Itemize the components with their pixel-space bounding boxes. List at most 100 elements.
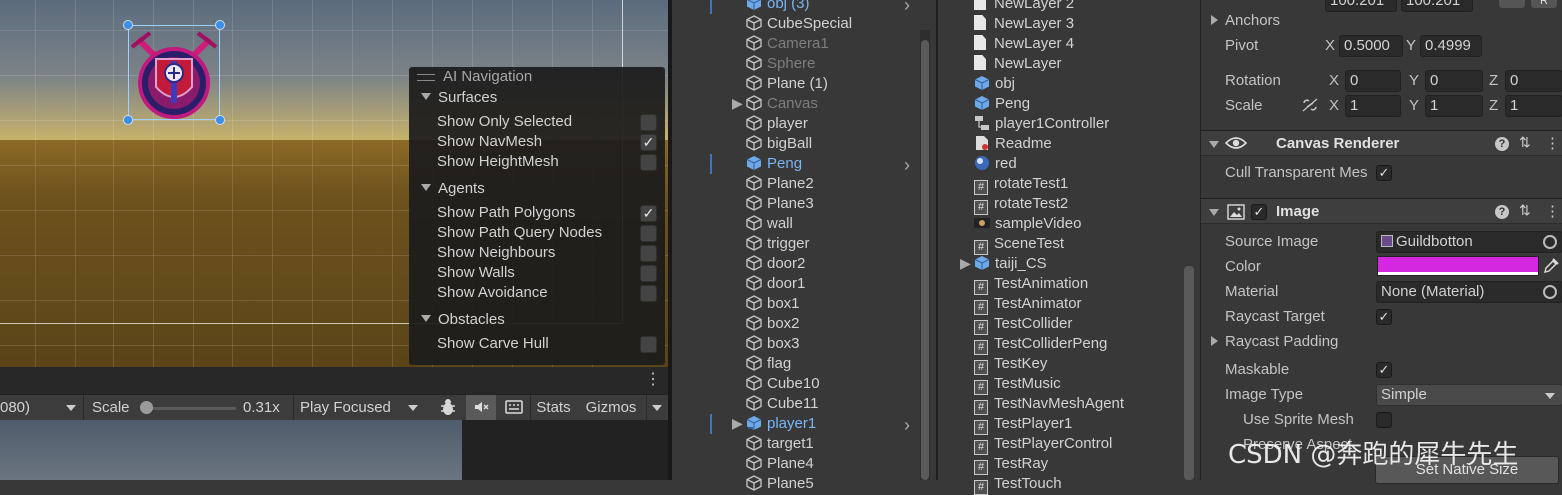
width-field[interactable]: 100.201 [1325, 0, 1397, 12]
nav-option-checkbox[interactable] [640, 225, 657, 242]
handle-top-right[interactable] [215, 20, 225, 30]
raycast-padding-foldout[interactable]: Raycast Padding [1211, 331, 1338, 353]
blueprint-mode-button[interactable] [1499, 0, 1525, 8]
handle-bottom-right[interactable] [215, 115, 225, 125]
hierarchy-item[interactable]: Camera1 [746, 34, 829, 54]
expand-arrow-icon[interactable]: ▶ [732, 415, 743, 432]
hierarchy-item[interactable]: player1 [746, 414, 816, 434]
scale-slider-thumb[interactable] [139, 401, 153, 414]
guild-emblem-icon[interactable] [128, 25, 220, 120]
project-asset[interactable]: # rotateTest2 [974, 194, 1068, 215]
resolution-dropdown[interactable]: 080) [0, 395, 84, 421]
help-icon[interactable]: ? [1495, 205, 1509, 219]
nav-option-checkbox[interactable]: ✓ [640, 134, 657, 151]
project-asset[interactable]: # rotateTest1 [974, 174, 1068, 195]
open-prefab-arrow-icon[interactable]: › [904, 155, 910, 176]
rotation-x-field[interactable]: 0 [1345, 70, 1401, 92]
gizmos-dropdown[interactable] [646, 395, 668, 421]
hierarchy-item[interactable]: Peng [746, 154, 802, 174]
hierarchy-item[interactable]: Cube10 [746, 374, 820, 394]
project-asset[interactable]: # TestColliderPeng [974, 334, 1107, 355]
expand-arrow-icon[interactable]: ▶ [732, 95, 743, 112]
project-asset[interactable]: # TestTouch [974, 474, 1062, 495]
nav-option-checkbox[interactable]: ✓ [640, 205, 657, 222]
hierarchy-item[interactable]: player [746, 114, 808, 134]
image-component-header[interactable]: ✓ Image ? ⇅ ⋮ [1201, 198, 1562, 224]
nav-option-checkbox[interactable] [640, 245, 657, 262]
keyboard-icon[interactable] [500, 395, 528, 421]
nav-option-checkbox[interactable] [640, 265, 657, 282]
hierarchy-item[interactable]: Plane4 [746, 454, 814, 474]
project-asset[interactable]: # TestAnimator [974, 294, 1082, 315]
open-prefab-arrow-icon[interactable]: › [904, 415, 910, 436]
image-type-dropdown[interactable]: Simple [1376, 384, 1562, 406]
object-picker-icon[interactable] [1543, 235, 1557, 249]
open-prefab-arrow-icon[interactable]: › [904, 0, 910, 16]
project-asset[interactable]: # TestPlayerControl [974, 434, 1112, 455]
project-asset[interactable]: sampleVideo [974, 214, 1081, 234]
component-menu-icon[interactable]: ⋮ [1545, 202, 1560, 220]
stats-button[interactable]: Stats [530, 395, 576, 421]
image-enabled-checkbox[interactable]: ✓ [1251, 204, 1267, 220]
presets-icon[interactable]: ⇅ [1519, 134, 1531, 151]
game-view[interactable] [0, 420, 462, 480]
material-field[interactable]: None (Material) [1376, 281, 1562, 303]
raw-edit-button[interactable]: R [1531, 0, 1557, 8]
hierarchy-item[interactable]: Plane3 [746, 194, 814, 214]
scale-x-field[interactable]: 1 [1345, 95, 1401, 117]
more-options-icon[interactable]: ⋮ [645, 371, 661, 389]
project-asset[interactable]: # TestCollider [974, 314, 1072, 335]
project-asset[interactable]: NewLayer 2 [974, 0, 1074, 14]
section-obstacles[interactable]: Obstacles [421, 310, 505, 330]
section-surfaces[interactable]: Surfaces [421, 88, 497, 108]
hierarchy-item[interactable]: CubeSpecial [746, 14, 852, 34]
project-asset[interactable]: NewLayer 4 [974, 34, 1074, 54]
project-scrollbar-thumb[interactable] [1184, 266, 1194, 480]
cull-transparent-checkbox[interactable]: ✓ [1376, 165, 1392, 181]
hierarchy-item[interactable]: box3 [746, 334, 800, 354]
hierarchy-item[interactable]: target1 [746, 434, 814, 454]
use-sprite-mesh-checkbox[interactable] [1376, 412, 1392, 428]
maskable-checkbox[interactable]: ✓ [1376, 362, 1392, 378]
color-swatch[interactable] [1377, 256, 1539, 276]
hierarchy-item[interactable]: flag [746, 354, 791, 374]
hierarchy-item[interactable]: Canvas [746, 94, 818, 114]
nav-option-checkbox[interactable] [640, 336, 657, 353]
hierarchy-item[interactable]: box2 [746, 314, 800, 334]
project-asset[interactable]: Readme [974, 134, 1052, 154]
hierarchy-item[interactable]: wall [746, 214, 793, 234]
scale-y-field[interactable]: 1 [1425, 95, 1483, 117]
drag-handle-icon[interactable] [417, 74, 435, 81]
hierarchy-item[interactable]: door1 [746, 274, 805, 294]
project-asset[interactable]: # TestMusic [974, 374, 1061, 395]
hierarchy-item[interactable]: Plane2 [746, 174, 814, 194]
bug-icon[interactable] [434, 395, 462, 421]
scale-slider-track[interactable] [144, 407, 236, 410]
hierarchy-scrollbar-thumb[interactable] [921, 40, 929, 480]
rotation-y-field[interactable]: 0 [1425, 70, 1483, 92]
source-image-field[interactable]: Guildbotton [1376, 231, 1562, 253]
raycast-target-checkbox[interactable]: ✓ [1376, 309, 1392, 325]
project-asset[interactable]: obj [974, 74, 1015, 94]
project-asset[interactable]: NewLayer [974, 54, 1062, 74]
gizmos-button[interactable]: Gizmos [580, 395, 642, 421]
scene-view[interactable]: AI Navigation Surfaces Show Only Selected… [0, 0, 668, 367]
mute-audio-icon[interactable] [466, 395, 496, 421]
project-asset[interactable]: NewLayer 3 [974, 14, 1074, 34]
hierarchy-item[interactable]: bigBall [746, 134, 812, 154]
constrain-proportions-icon[interactable] [1301, 97, 1319, 117]
hierarchy-item[interactable]: box1 [746, 294, 800, 314]
handle-bottom-left[interactable] [123, 115, 133, 125]
scale-z-field[interactable]: 1 [1505, 95, 1562, 117]
hierarchy-item[interactable]: trigger [746, 234, 810, 254]
handle-top-left[interactable] [123, 20, 133, 30]
hierarchy-item[interactable]: Plane5 [746, 474, 814, 494]
project-asset[interactable]: # SceneTest [974, 234, 1064, 255]
hierarchy-item[interactable]: door2 [746, 254, 805, 274]
object-picker-icon[interactable] [1543, 285, 1557, 299]
project-asset[interactable]: # TestRay [974, 454, 1048, 475]
nav-option-checkbox[interactable] [640, 285, 657, 302]
project-asset[interactable]: red [974, 154, 1017, 174]
project-asset[interactable]: taiji_CS [974, 254, 1047, 274]
project-asset[interactable]: player1Controller [974, 114, 1109, 134]
